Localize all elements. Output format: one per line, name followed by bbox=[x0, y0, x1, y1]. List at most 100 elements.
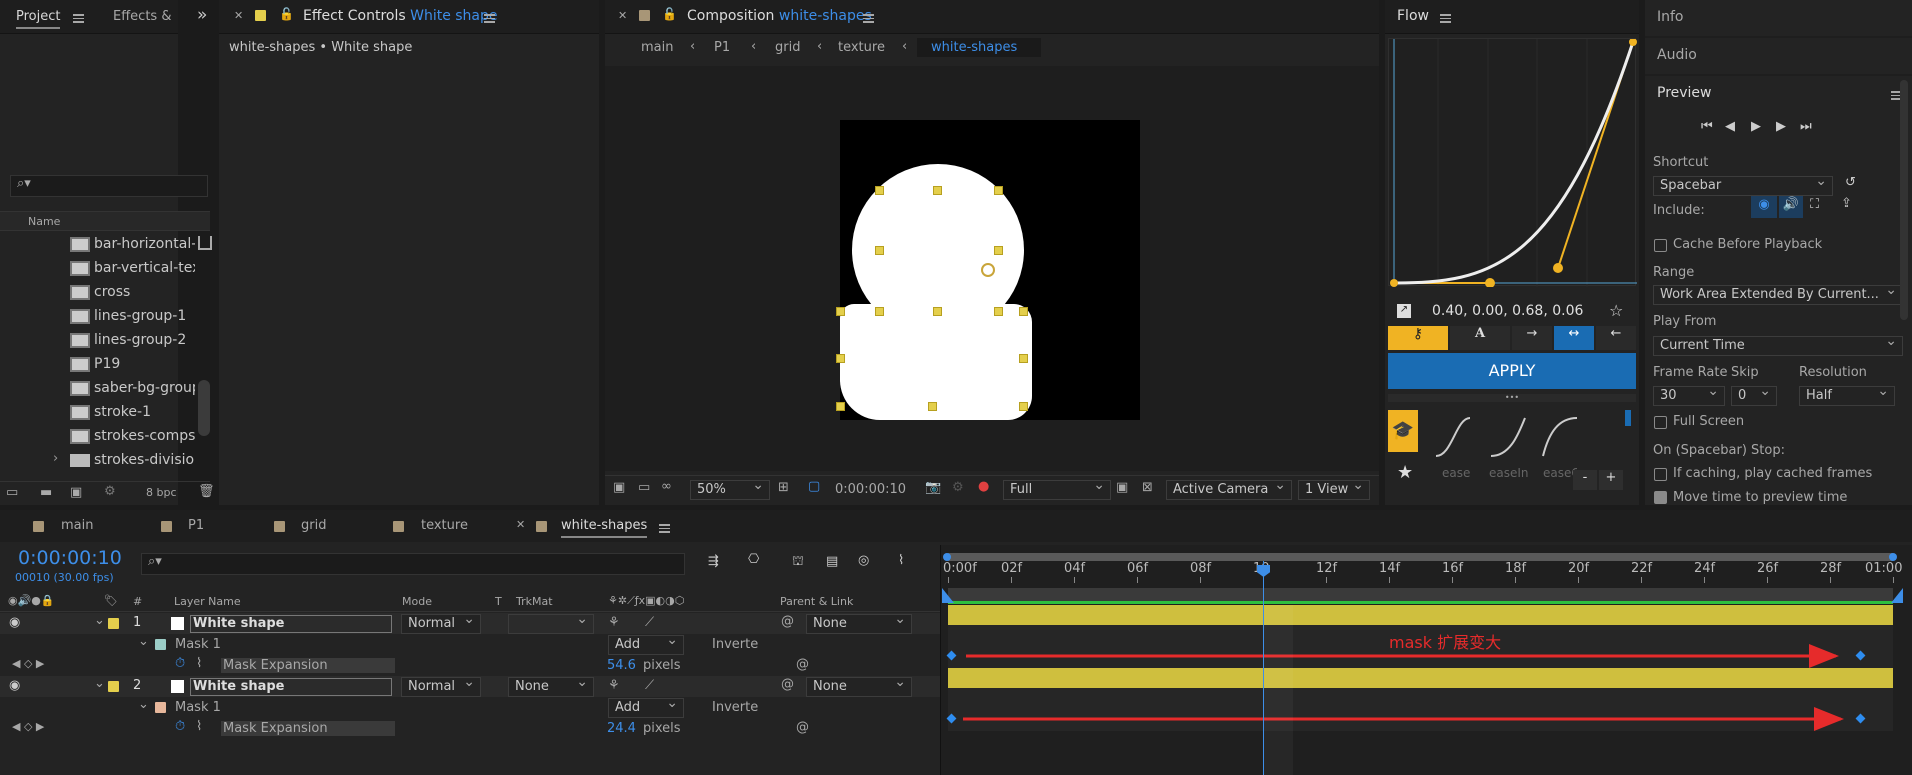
mask-vertex[interactable] bbox=[875, 307, 884, 316]
curve-editor[interactable] bbox=[1388, 38, 1637, 288]
channel-icon[interactable]: ● bbox=[978, 479, 989, 494]
list-item[interactable]: lines-group-2 bbox=[0, 330, 195, 354]
minus-button[interactable]: - bbox=[1573, 470, 1597, 490]
presets-scrollbar[interactable] bbox=[1625, 410, 1631, 426]
list-item[interactable]: stroke-1 bbox=[0, 402, 195, 426]
trash-icon[interactable]: 🗑 bbox=[198, 484, 215, 499]
mask-vertex[interactable] bbox=[875, 246, 884, 255]
motion-blur-icon[interactable]: ◎ bbox=[858, 553, 869, 568]
inverted-label[interactable]: Inverte bbox=[712, 637, 758, 652]
skip-dropdown[interactable]: 0 bbox=[1731, 383, 1777, 406]
property-value[interactable]: 24.4 bbox=[607, 721, 636, 736]
mask-view-icon[interactable]: ∞ bbox=[661, 479, 672, 494]
stopwatch-icon[interactable]: ⏱ bbox=[175, 719, 185, 734]
list-item[interactable]: bar-vertical-text bbox=[0, 258, 195, 282]
parent-pickwhip-icon[interactable]: @ bbox=[781, 614, 794, 629]
mask-vertex[interactable] bbox=[836, 402, 845, 411]
mask-color[interactable] bbox=[155, 702, 166, 713]
crumb-p1[interactable]: P1 bbox=[714, 40, 730, 55]
keyframe-nav-icon[interactable]: ◀ ◇ ▶ bbox=[12, 720, 44, 733]
list-item[interactable]: P19 bbox=[0, 354, 195, 378]
favorites-star-icon[interactable]: ★ bbox=[1397, 462, 1413, 483]
preset-easein[interactable]: easeIn bbox=[1485, 412, 1531, 482]
right-scrollbar[interactable] bbox=[1900, 80, 1908, 320]
list-item[interactable]: saber-bg-group bbox=[0, 378, 195, 402]
shy-switch-icon[interactable]: ⚘ bbox=[608, 615, 620, 630]
show-snapshot-icon[interactable]: ⚙ bbox=[952, 480, 964, 495]
stopwatch-icon[interactable]: ⏱ bbox=[175, 656, 185, 671]
frame-rate-dropdown[interactable]: 30 bbox=[1653, 383, 1725, 406]
mask-name[interactable]: Mask 1 bbox=[175, 700, 395, 715]
roi-icon[interactable]: ▣ bbox=[1116, 480, 1128, 495]
anchor-point-icon[interactable] bbox=[981, 263, 995, 277]
full-screen-checkbox[interactable] bbox=[1654, 416, 1667, 429]
range-dropdown[interactable]: Work Area Extended By Current... bbox=[1653, 285, 1903, 305]
lock-icon[interactable]: 🔓 bbox=[662, 7, 677, 21]
expression-icon[interactable]: @ bbox=[796, 657, 809, 672]
last-frame-icon[interactable]: ⏭ bbox=[1800, 119, 1812, 134]
layer-name[interactable]: White shape bbox=[190, 615, 392, 633]
comp-flowchart-icon[interactable]: ⇶ bbox=[708, 554, 719, 569]
graph-icon[interactable]: ⌇ bbox=[196, 656, 202, 671]
info-panel[interactable]: Info bbox=[1645, 0, 1912, 36]
expand-arrow-icon[interactable]: › bbox=[53, 451, 58, 466]
mask-color[interactable] bbox=[155, 639, 166, 650]
preset-ease[interactable]: ease bbox=[1430, 412, 1476, 482]
arrow-left-button[interactable]: ← bbox=[1596, 326, 1636, 350]
mask-vertex[interactable] bbox=[933, 186, 942, 195]
region-icon[interactable]: ▣ bbox=[613, 480, 625, 495]
parent-dropdown[interactable]: None bbox=[806, 674, 912, 697]
mask-vertex[interactable] bbox=[1019, 402, 1028, 411]
draft-3d-icon[interactable]: ⎔ bbox=[748, 552, 759, 567]
mask-vertex[interactable] bbox=[994, 246, 1003, 255]
arrow-both-button[interactable]: ↔ bbox=[1554, 326, 1594, 350]
view-layout-dropdown[interactable]: 1 View bbox=[1298, 477, 1370, 500]
col-t[interactable]: T bbox=[495, 595, 502, 608]
frame-blend-icon[interactable]: ▤ bbox=[826, 554, 838, 569]
grid-icon[interactable]: ⊞ bbox=[778, 480, 789, 495]
interpret-footage-icon[interactable]: ▭ bbox=[6, 485, 18, 500]
layer-row[interactable]: ◉ ⌄ 2 White shape Normal None ⚘ ⟋ @ None bbox=[0, 674, 940, 697]
label-color[interactable] bbox=[108, 618, 119, 629]
current-time-indicator[interactable] bbox=[1263, 561, 1264, 775]
cache-before-checkbox[interactable] bbox=[1654, 239, 1667, 252]
quality-switch-icon[interactable]: ⟋ bbox=[645, 615, 654, 630]
timecode[interactable]: 0:00:00:10 bbox=[835, 482, 906, 497]
mask-vertex[interactable] bbox=[994, 186, 1003, 195]
tab-effects[interactable]: Effects & bbox=[113, 9, 171, 24]
monitor-icon[interactable]: ▭ bbox=[638, 480, 650, 495]
parent-pickwhip-icon[interactable]: @ bbox=[781, 677, 794, 692]
graph-editor-icon[interactable]: ⌇ bbox=[898, 553, 904, 568]
trkmat-dropdown[interactable] bbox=[508, 611, 594, 634]
crumb-main[interactable]: main bbox=[641, 40, 673, 55]
academy-button[interactable]: 🎓 bbox=[1388, 410, 1418, 452]
mask-vertex[interactable] bbox=[836, 307, 845, 316]
transparency-icon[interactable]: ⊠ bbox=[1142, 480, 1153, 495]
reset-icon[interactable]: ↺ bbox=[1845, 175, 1856, 190]
plus-button[interactable]: + bbox=[1599, 470, 1623, 490]
close-icon[interactable]: ✕ bbox=[516, 518, 525, 531]
mode-dropdown[interactable]: Normal bbox=[401, 611, 481, 634]
mask-name[interactable]: Mask 1 bbox=[175, 637, 395, 652]
parent-dropdown[interactable]: None bbox=[806, 611, 912, 634]
edit-icon[interactable]: ↗ bbox=[1397, 304, 1411, 318]
mask-row[interactable]: ⌄ Mask 1 Add Inverte bbox=[0, 632, 940, 655]
crumb-white-shapes[interactable]: white-shapes bbox=[917, 38, 1042, 57]
quality-switch-icon[interactable]: ⟋ bbox=[645, 678, 654, 693]
list-item[interactable]: strokes-comps bbox=[0, 426, 195, 450]
expression-icon[interactable]: @ bbox=[796, 720, 809, 735]
next-frame-icon[interactable]: ▶ bbox=[1776, 119, 1786, 134]
collapse-arrow-icon[interactable]: ⌄ bbox=[94, 613, 105, 628]
mode-dropdown[interactable]: Normal bbox=[401, 674, 481, 697]
comp-canvas[interactable] bbox=[836, 120, 1140, 420]
resolution-dropdown[interactable]: Half bbox=[1799, 383, 1895, 406]
property-row[interactable]: ◀ ◇ ▶ ⏱ ⌇ Mask Expansion 54.6 pixels @ bbox=[0, 655, 940, 676]
layer-name[interactable]: White shape bbox=[190, 678, 392, 696]
list-item[interactable]: bar-horizontal-te bbox=[0, 234, 195, 258]
tab-texture[interactable]: texture bbox=[421, 518, 468, 533]
mask-vertex[interactable] bbox=[875, 186, 884, 195]
tab-white-shapes[interactable]: white-shapes bbox=[561, 518, 648, 538]
key-button[interactable]: ⚷ bbox=[1388, 326, 1448, 350]
bezier-values[interactable]: 0.40, 0.00, 0.68, 0.06 bbox=[1432, 303, 1583, 319]
menu-icon[interactable] bbox=[73, 14, 84, 23]
